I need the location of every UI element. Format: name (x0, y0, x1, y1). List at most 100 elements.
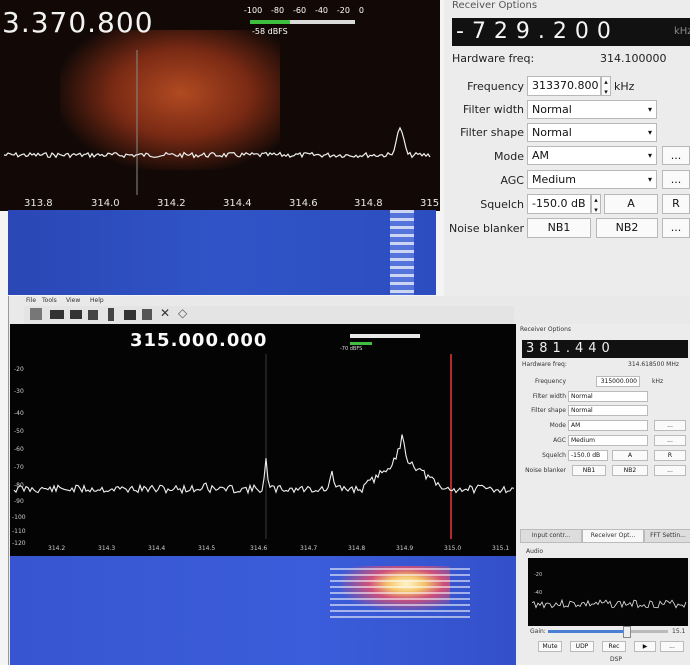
waterfall-signal-streak (390, 210, 414, 295)
x-tick: 314.8 (354, 198, 383, 209)
frequency-input[interactable]: 315000.000 (596, 376, 640, 387)
filter-shape-label: Filter shape (460, 126, 524, 139)
mode-options-button[interactable]: ... (662, 146, 690, 165)
meter-tick: -20 (336, 6, 350, 15)
device-icon[interactable] (108, 308, 114, 321)
panel-title: Receiver Options (452, 0, 538, 11)
squelch-input[interactable]: -150.0 dB (568, 450, 608, 461)
tab-receiver-options[interactable]: Receiver Opt... (582, 529, 644, 543)
x-tick: 314.5 (198, 545, 216, 552)
nb-options-button[interactable]: ... (654, 465, 686, 476)
bottom-waterfall[interactable] (10, 556, 516, 665)
top-frequency-display[interactable]: 3.370.800 (2, 6, 154, 39)
settings-icon[interactable] (124, 310, 136, 320)
top-spectrum-display[interactable]: 3.370.800 -100 -80 -60 -40 -20 0 -58 dBF… (0, 0, 440, 210)
noise-blanker-label: Noise blanker (525, 467, 566, 474)
hardware-freq-value: 314.100000 (600, 52, 667, 65)
gain-slider-handle[interactable] (623, 626, 631, 638)
mode-select[interactable]: AM (568, 420, 648, 431)
frequency-input[interactable]: 313370.800 (527, 76, 601, 96)
nb1-button[interactable]: NB1 (572, 465, 606, 476)
menu-bar: File Tools View Help (24, 296, 690, 306)
hardware-freq-label: Hardware freq: (452, 52, 535, 65)
chevron-down-icon: ▾ (647, 151, 652, 160)
y-tick: -120 (12, 540, 26, 547)
mode-select[interactable]: AM ▾ (527, 146, 657, 165)
power-icon[interactable] (30, 308, 42, 320)
clear-icon[interactable] (142, 309, 152, 320)
y-tick: -40 (534, 590, 543, 596)
squelch-input[interactable]: -150.0 dB (527, 194, 591, 214)
nb1-button[interactable]: NB1 (527, 218, 591, 238)
diamond-icon[interactable]: ◇ (178, 306, 187, 320)
filter-width-label: Filter width (532, 393, 566, 400)
x-tick: 315 (420, 198, 440, 209)
menu-view[interactable]: View (66, 297, 80, 304)
agc-select[interactable]: Medium (568, 435, 648, 446)
x-tick: 314.0 (91, 198, 120, 209)
menu-help[interactable]: Help (90, 297, 104, 304)
top-spectrum-trace (3, 126, 431, 159)
mode-options-button[interactable]: ... (654, 420, 686, 431)
close-icon[interactable]: ✕ (160, 306, 170, 320)
squelch-spin-button[interactable]: ▴ ▾ (591, 194, 601, 214)
x-tick: 314.6 (289, 198, 318, 209)
folder-icon[interactable] (70, 310, 82, 319)
gain-slider-track[interactable] (548, 630, 668, 633)
tab-input-controls[interactable]: Input contr... (520, 529, 582, 543)
chevron-down-icon: ▾ (647, 128, 652, 137)
meter-tick: -100 (244, 6, 263, 15)
top-waterfall[interactable] (8, 210, 436, 295)
x-tick: 313.8 (24, 198, 53, 209)
squelch-auto-button[interactable]: A (612, 450, 648, 461)
frequency-spin-button[interactable]: ▴ ▾ (601, 76, 611, 96)
frequency-label: Frequency (467, 80, 524, 93)
squelch-reset-button[interactable]: R (662, 194, 690, 214)
squelch-auto-button[interactable]: A (604, 194, 658, 214)
gain-slider-fill (548, 630, 626, 633)
mute-button[interactable]: Mute (538, 641, 562, 652)
mode-value: AM (532, 149, 550, 162)
tab-fft-settings[interactable]: FFT Settin... (644, 529, 690, 543)
filter-width-select[interactable]: Normal (568, 391, 648, 402)
nb2-button[interactable]: NB2 (612, 465, 648, 476)
agc-label: AGC (553, 437, 566, 444)
y-tick: -50 (14, 428, 24, 435)
audio-options-button[interactable]: ... (660, 641, 684, 652)
audio-title: Audio (526, 548, 544, 555)
frequency-unit: kHz (652, 378, 664, 385)
frequency-unit: kHz (614, 80, 635, 93)
squelch-label: Squelch (542, 452, 566, 459)
filter-shape-label: Filter shape (531, 407, 566, 414)
open-icon[interactable] (50, 310, 64, 319)
filter-shape-select[interactable]: Normal (568, 405, 648, 416)
hardware-freq-value: 314.618500 MHz (628, 361, 680, 368)
audio-fft-svg (531, 598, 687, 609)
meter-tick: -60 (292, 6, 307, 15)
agc-options-button[interactable]: ... (662, 170, 690, 189)
chevron-down-icon: ▾ (647, 105, 652, 114)
menu-file[interactable]: File (26, 297, 36, 304)
nb-options-button[interactable]: ... (662, 218, 690, 238)
agc-options-button[interactable]: ... (654, 435, 686, 446)
toolbar: ✕ ◇ (24, 306, 514, 324)
y-tick: -90 (14, 498, 24, 505)
menu-tools[interactable]: Tools (42, 297, 57, 304)
x-tick: 314.9 (396, 545, 414, 552)
rec-button[interactable]: Rec (602, 641, 626, 652)
bottom-spectrum-display[interactable]: -70 dBFS -20 -30 -40 -50 -60 -70 -80 -90… (10, 324, 516, 556)
agc-select[interactable]: Medium ▾ (527, 170, 657, 189)
lcd-value: 381.440 (526, 341, 615, 356)
play-button[interactable]: ▶ (634, 641, 656, 652)
filter-shape-select[interactable]: Normal ▾ (527, 123, 657, 142)
bottom-frequency-display[interactable]: 315.000.000 (130, 330, 267, 351)
audio-spectrum-trace (531, 598, 687, 609)
lcd-value: -729.200 (456, 19, 619, 44)
udp-button[interactable]: UDP (570, 641, 594, 652)
squelch-reset-button[interactable]: R (654, 450, 686, 461)
nb2-button[interactable]: NB2 (596, 218, 658, 238)
save-icon[interactable] (88, 310, 98, 320)
filter-width-select[interactable]: Normal ▾ (527, 100, 657, 119)
bottom-spectrum-trace (13, 434, 515, 495)
top-level-meter-track (290, 20, 355, 24)
